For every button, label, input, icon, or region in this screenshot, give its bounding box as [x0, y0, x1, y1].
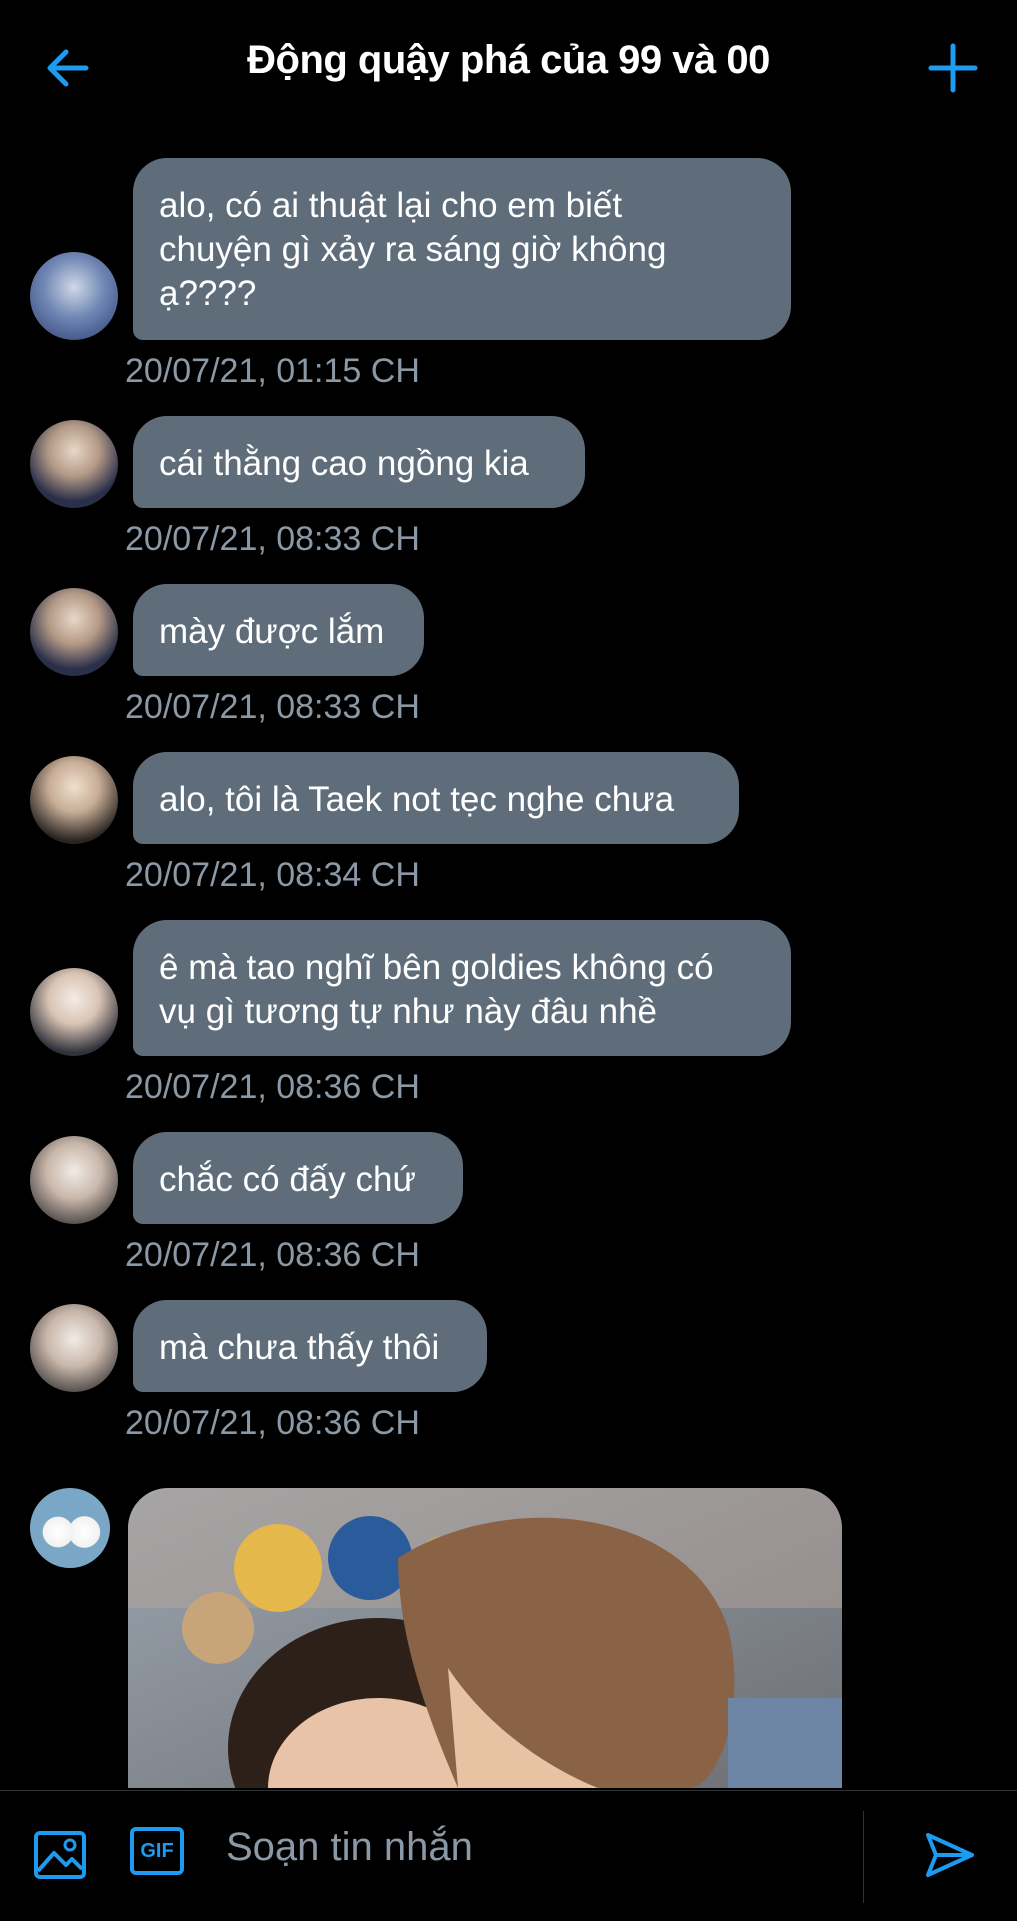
composer-divider	[863, 1811, 864, 1903]
message-bubble[interactable]: alo, tôi là Taek not tẹc nghe chưa	[133, 752, 739, 844]
message-bubble[interactable]: cái thằng cao ngồng kia	[133, 416, 585, 508]
avatar[interactable]	[30, 756, 118, 844]
message-text-line: vụ gì tương tự như này đâu nhề	[159, 992, 657, 1031]
message-text-line: alo, có ai thuật lại cho em biết	[159, 186, 623, 225]
message-composer: GIF Soạn tin nhắn	[0, 1790, 1017, 1921]
message-timestamp: 20/07/21, 08:36 CH	[125, 1236, 420, 1274]
message-text-line: chuyện gì xảy ra sáng giờ không	[159, 230, 667, 269]
message-text-line: ạ????	[159, 274, 257, 313]
avatar[interactable]	[30, 588, 118, 676]
message-text-line: chắc có đấy chứ	[159, 1160, 416, 1199]
avatar[interactable]	[30, 420, 118, 508]
message-text-line: alo, tôi là Taek not tẹc nghe chưa	[159, 780, 675, 819]
message-text-line: cái thằng cao ngồng kia	[159, 444, 529, 483]
send-icon[interactable]	[922, 1827, 978, 1883]
plus-icon[interactable]	[925, 40, 981, 96]
gif-label: GIF	[140, 1840, 174, 1862]
avatar[interactable]	[30, 1488, 110, 1568]
message-bubble[interactable]: mà chưa thấy thôi	[133, 1300, 487, 1392]
message-timestamp: 20/07/21, 08:34 CH	[125, 856, 420, 894]
message-bubble[interactable]: mày được lắm	[133, 584, 424, 676]
message-timestamp: 20/07/21, 01:15 CH	[125, 352, 420, 390]
avatar[interactable]	[30, 1304, 118, 1392]
avatar[interactable]	[30, 1136, 118, 1224]
message-text-line: mà chưa thấy thôi	[159, 1328, 440, 1367]
message-text-line: ê mà tao nghĩ bên goldies không có	[159, 948, 714, 987]
message-timestamp: 20/07/21, 08:36 CH	[125, 1404, 420, 1442]
message-timestamp: 20/07/21, 08:36 CH	[125, 1068, 420, 1106]
message-timestamp: 20/07/21, 08:33 CH	[125, 688, 420, 726]
conversation-title: Động quậy phá của 99 và 00	[247, 38, 770, 82]
message-bubble[interactable]: ê mà tao nghĩ bên goldies không có vụ gì…	[133, 920, 791, 1056]
message-text-line: mày được lắm	[159, 612, 385, 651]
avatar[interactable]	[30, 252, 118, 340]
avatar[interactable]	[30, 968, 118, 1056]
message-input[interactable]: Soạn tin nhắn	[226, 1825, 473, 1870]
gif-button[interactable]: GIF	[130, 1827, 184, 1875]
message-timestamp: 20/07/21, 08:33 CH	[125, 520, 420, 558]
message-bubble[interactable]: alo, có ai thuật lại cho em biết chuyện …	[133, 158, 791, 340]
message-bubble[interactable]: chắc có đấy chứ	[133, 1132, 463, 1224]
conversation-header: Động quậy phá của 99 và 00	[0, 0, 1017, 140]
image-icon[interactable]	[32, 1827, 88, 1883]
message-image[interactable]	[128, 1488, 842, 1788]
photo-illustration	[128, 1488, 842, 1788]
